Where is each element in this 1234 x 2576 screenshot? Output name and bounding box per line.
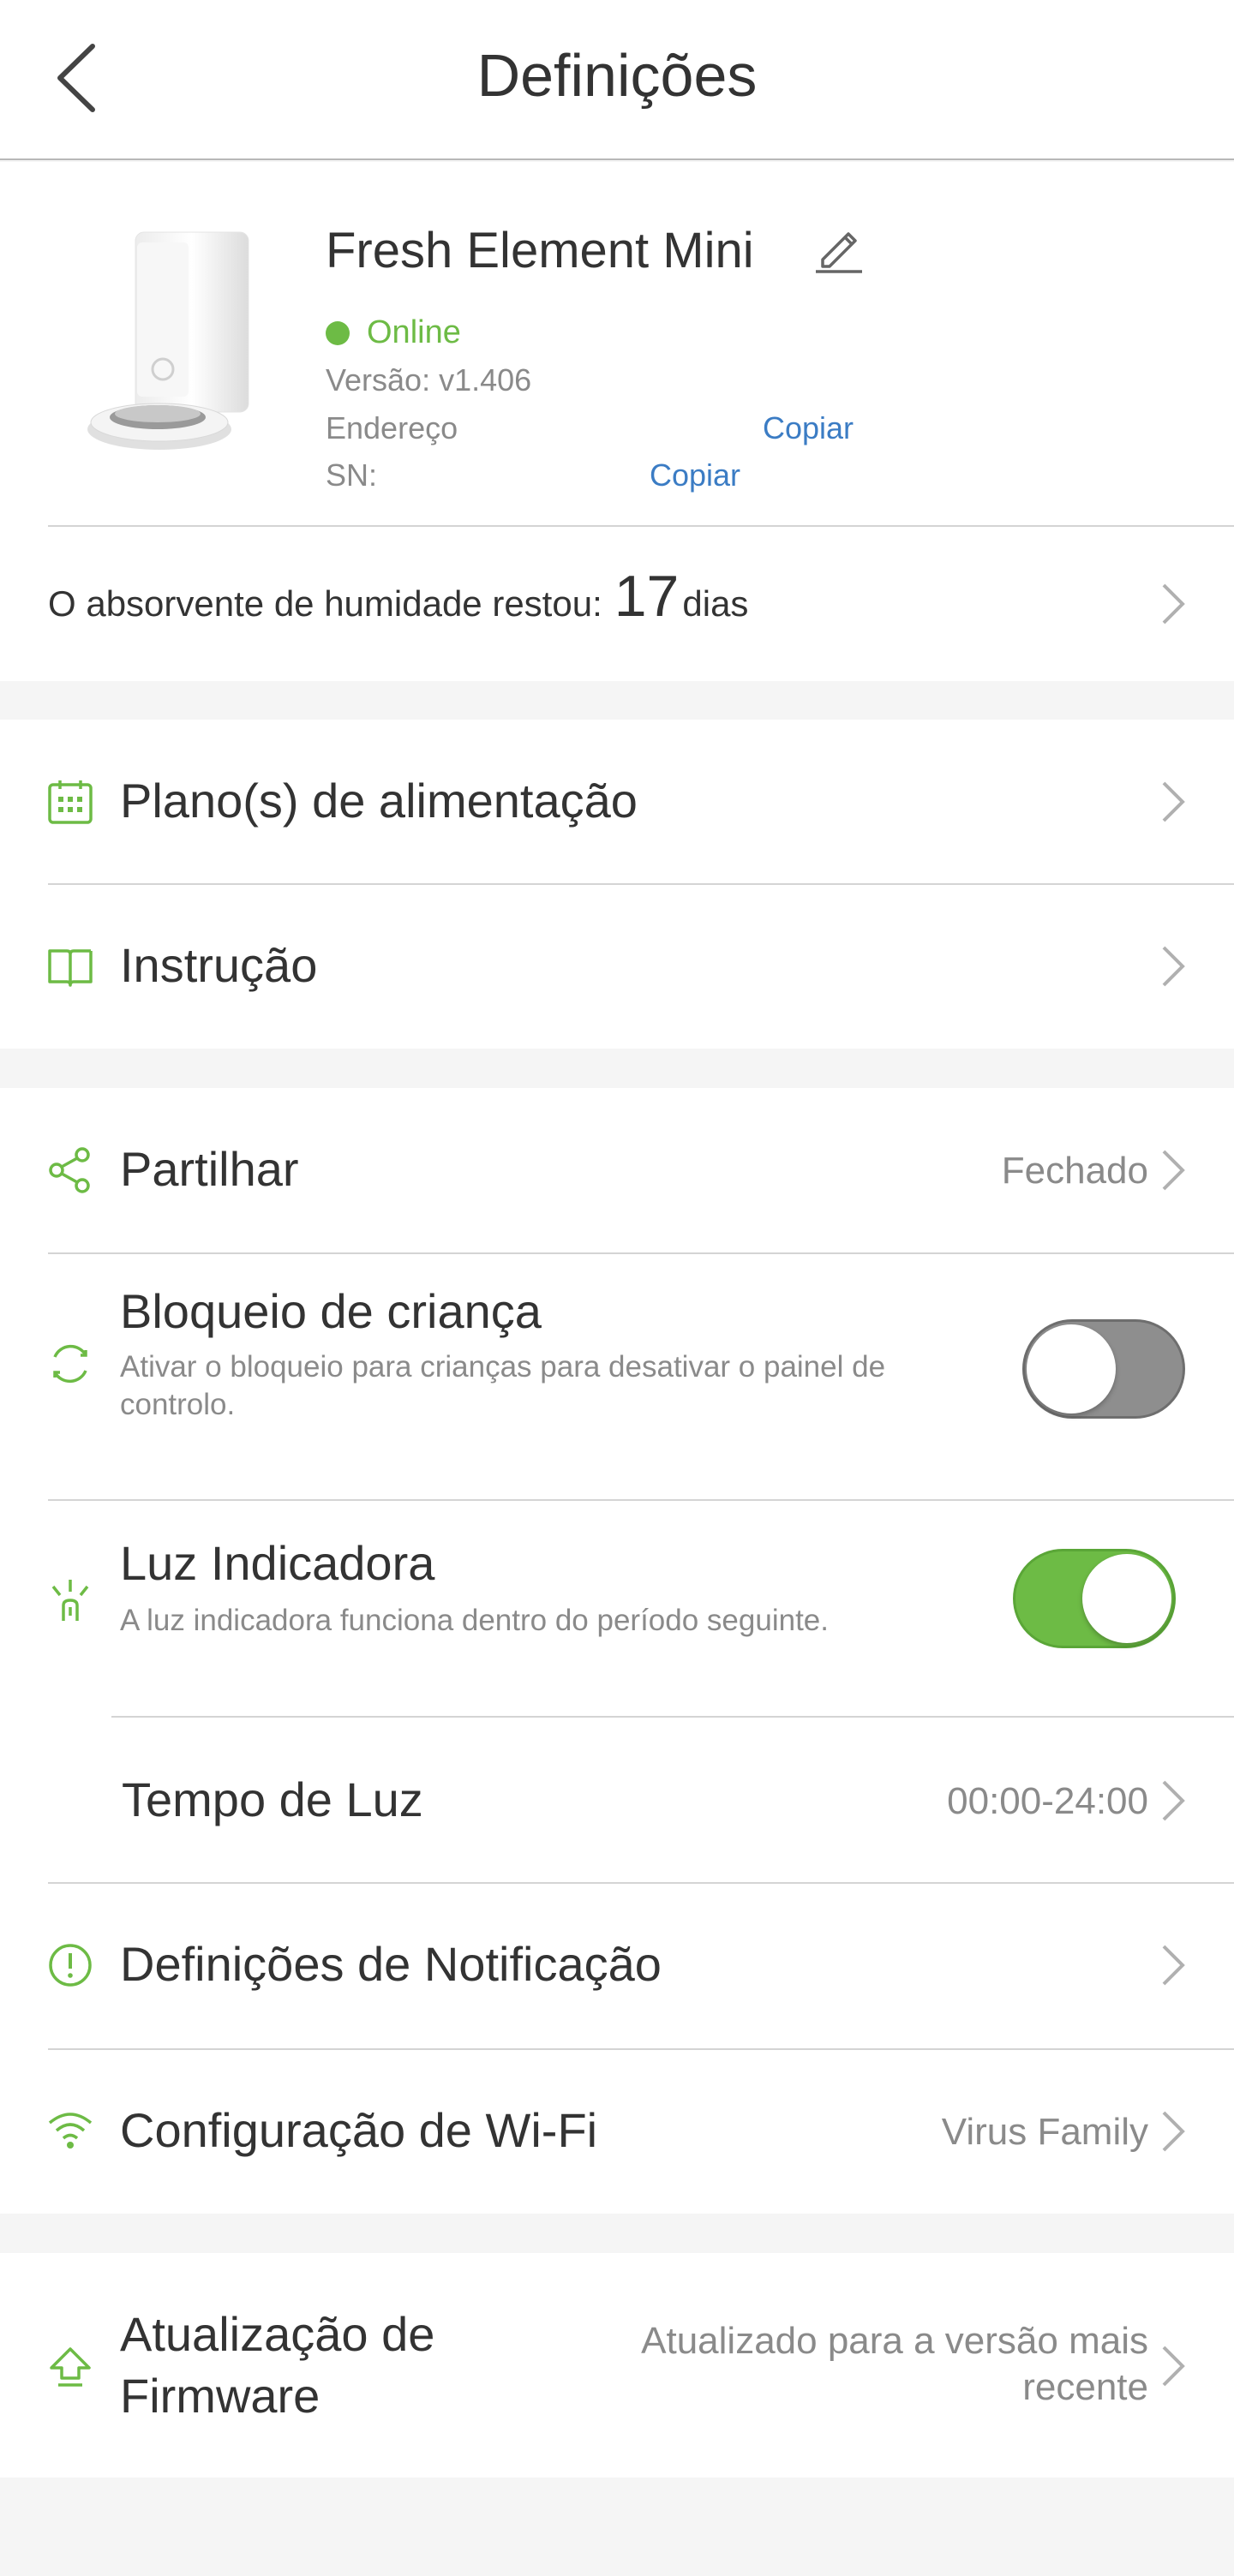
absorbent-row[interactable]: O absorvente de humidade restou: 17 dias [48,563,748,630]
alert-icon [46,1941,94,1989]
page-title: Definições [476,42,758,109]
status-badge: Online [326,314,461,351]
absorbent-label: O absorvente de humidade restou: [48,583,602,624]
chevron-right-icon [1159,2342,1188,2390]
chevron-right-icon [1159,942,1188,990]
child-lock-label: Bloqueio de criança [120,1284,542,1338]
firmware-status-line1: Atualizado para a versão mais [641,2320,1148,2362]
child-lock-description: Ativar o bloqueio para crianças para des… [120,1350,886,1421]
wifi-network-name: Virus Family [941,2111,1148,2153]
menu-group-firmware: Atualização de Firmware Atualizado para … [0,2253,1234,2477]
header-bar: Definições [0,0,1234,160]
share-icon [46,1146,94,1194]
book-icon [46,942,94,990]
menu-item-light-time[interactable]: Tempo de Luz 00:00-24:00 [0,1717,1234,1883]
divider [48,525,1234,527]
chevron-right-icon [1159,2107,1188,2155]
notification-label: Definições de Notificação [120,1937,662,1991]
lamp-icon [46,1576,94,1624]
toggle-knob [1027,1324,1116,1414]
device-image [86,224,257,455]
edit-icon[interactable] [811,220,866,275]
refresh-lock-icon [46,1340,94,1388]
status-label: Online [367,314,461,350]
menu-group-settings: Partilhar Fechado Bloqueio de criança At… [0,1088,1234,2214]
share-status: Fechado [1001,1150,1148,1192]
copy-address-button[interactable]: Copiar [763,410,854,446]
absorbent-days: 17 [614,564,680,629]
instruction-label: Instrução [120,938,318,992]
menu-item-instruction[interactable]: Instrução [0,884,1234,1049]
firmware-label-line2: Firmware [120,2369,320,2423]
chevron-right-icon [1159,580,1188,628]
menu-item-share[interactable]: Partilhar Fechado [0,1088,1234,1252]
firmware-label-line1: Atualização de [120,2307,435,2361]
menu-item-indicator-light: Luz Indicadora A luz indicadora funciona… [0,1501,1234,1715]
firmware-version: Versão: v1.406 [326,362,532,397]
feeding-plan-label: Plano(s) de alimentação [120,774,638,828]
copy-sn-button[interactable]: Copiar [650,457,740,493]
chevron-right-icon [1159,1777,1188,1825]
share-label: Partilhar [120,1142,299,1196]
menu-item-feeding-plan[interactable]: Plano(s) de alimentação [0,720,1234,884]
chevron-right-icon [1159,1146,1188,1194]
indicator-light-toggle[interactable] [1013,1549,1176,1648]
firmware-status-line2: recente [1022,2366,1148,2408]
menu-item-child-lock: Bloqueio de criança Ativar o bloqueio pa… [0,1254,1234,1501]
light-time-value: 00:00-24:00 [947,1780,1148,1822]
menu-group-feeding: Plano(s) de alimentação Instrução [0,720,1234,1049]
light-time-label: Tempo de Luz [122,1772,423,1826]
toggle-knob [1082,1554,1171,1643]
sn-label: SN: [326,457,378,493]
address-label: Endereço [326,410,458,445]
calendar-icon [46,778,94,826]
menu-item-wifi[interactable]: Configuração de Wi-Fi Virus Family [0,2049,1234,2214]
device-card: Fresh Element Mini Online Versão: v1.406… [0,162,1234,681]
menu-item-notification[interactable]: Definições de Notificação [0,1883,1234,2049]
wifi-label: Configuração de Wi-Fi [120,2103,598,2157]
online-dot [326,320,350,345]
indicator-light-label: Luz Indicadora [120,1536,435,1590]
child-lock-toggle[interactable] [1022,1319,1185,1419]
absorbent-unit: dias [682,583,749,624]
chevron-right-icon [1159,1941,1188,1989]
wifi-icon [46,2107,94,2155]
upgrade-icon [46,2342,94,2390]
menu-item-firmware[interactable]: Atualização de Firmware Atualizado para … [0,2253,1234,2477]
chevron-right-icon [1159,778,1188,826]
indicator-light-description: A luz indicadora funciona dentro do perí… [120,1604,829,1637]
device-name: Fresh Element Mini [326,223,754,278]
